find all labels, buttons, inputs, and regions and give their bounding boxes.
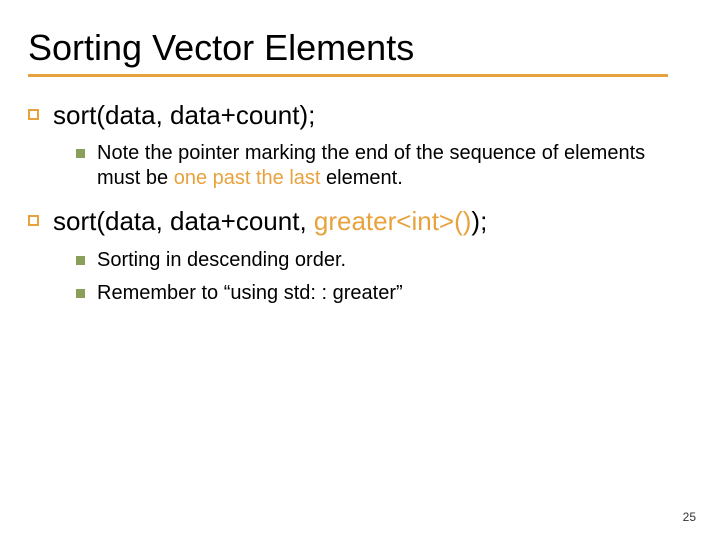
list-subitem-text: Remember to “using std: : greater” (97, 281, 403, 306)
text-run: ); (471, 206, 487, 236)
list-item-text: sort(data, data+count); (53, 99, 315, 132)
slide-title: Sorting Vector Elements (28, 28, 680, 68)
title-underline (28, 74, 668, 77)
list-subitem: Sorting in descending order. (76, 248, 680, 273)
text-run-accent: greater<int>() (314, 206, 472, 236)
list-item: sort(data, data+count); (28, 99, 680, 132)
square-bullet-icon (28, 215, 39, 226)
list-item: sort(data, data+count, greater<int>()); (28, 205, 680, 238)
slide: Sorting Vector Elements sort(data, data+… (0, 0, 720, 540)
square-bullet-icon (28, 109, 39, 120)
list-item-text: sort(data, data+count, greater<int>()); (53, 205, 487, 238)
list-subitem: Remember to “using std: : greater” (76, 281, 680, 306)
list-subitem: Note the pointer marking the end of the … (76, 141, 680, 191)
square-bullet-icon (76, 256, 85, 265)
list-subitem-text: Note the pointer marking the end of the … (97, 141, 657, 191)
square-bullet-icon (76, 149, 85, 158)
page-number: 25 (683, 510, 696, 524)
text-run: element. (320, 167, 402, 189)
list-subitem-text: Sorting in descending order. (97, 248, 346, 273)
text-run: sort(data, data+count, (53, 206, 314, 236)
text-run-accent: one past the last (174, 167, 321, 189)
square-bullet-icon (76, 289, 85, 298)
